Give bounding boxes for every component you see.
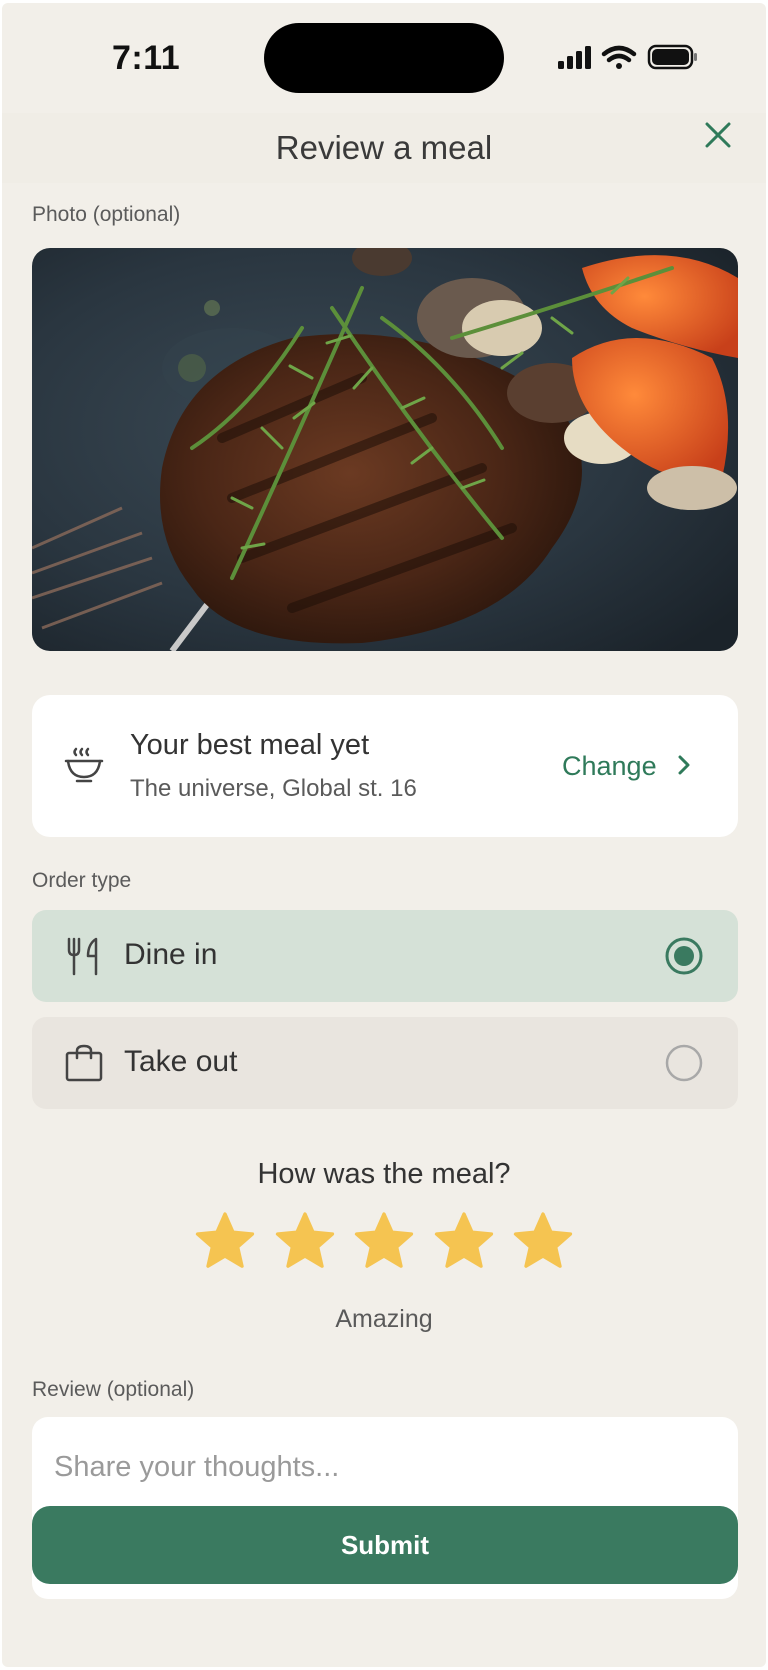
order-option-take-out[interactable]: Take out bbox=[32, 1017, 738, 1109]
rating-text: Amazing bbox=[335, 1305, 433, 1333]
star-rating[interactable] bbox=[192, 1209, 576, 1281]
wifi-icon bbox=[601, 45, 637, 69]
header: Review a meal bbox=[2, 113, 766, 183]
take-out-label: Take out bbox=[124, 1045, 238, 1078]
chevron-right-icon bbox=[672, 753, 696, 777]
close-button[interactable] bbox=[696, 113, 740, 157]
radio-unselected[interactable] bbox=[664, 1043, 704, 1083]
photo-label: Photo (optional) bbox=[32, 203, 181, 226]
fork-knife-icon bbox=[64, 936, 104, 976]
close-icon bbox=[705, 122, 731, 148]
status-icons bbox=[558, 43, 708, 73]
shopping-bag-icon bbox=[64, 1043, 104, 1083]
star-icon[interactable] bbox=[192, 1209, 258, 1275]
review-label: Review (optional) bbox=[32, 1378, 195, 1401]
restaurant-address: The universe, Global st. 16 bbox=[130, 775, 417, 802]
star-icon[interactable] bbox=[431, 1209, 497, 1275]
review-input[interactable] bbox=[54, 1437, 714, 1497]
cellular-signal-icon bbox=[558, 46, 591, 69]
radio-selected[interactable] bbox=[664, 936, 704, 976]
star-icon[interactable] bbox=[272, 1209, 338, 1275]
battery-icon bbox=[647, 44, 697, 70]
star-icon[interactable] bbox=[351, 1209, 417, 1275]
dynamic-island bbox=[264, 23, 504, 93]
review-meal-screen: 7:11 Review a meal Photo (optional) Your… bbox=[2, 3, 766, 1667]
dine-in-label: Dine in bbox=[124, 938, 218, 971]
status-time: 7:11 bbox=[112, 39, 181, 77]
steaming-bowl-icon bbox=[62, 745, 106, 789]
meal-photo[interactable] bbox=[32, 248, 738, 651]
restaurant-card[interactable]: Your best meal yet The universe, Global … bbox=[32, 695, 738, 837]
rating-question: How was the meal? bbox=[257, 1158, 511, 1190]
steak-image bbox=[32, 248, 738, 651]
change-button[interactable]: Change bbox=[562, 751, 657, 782]
order-type-label: Order type bbox=[32, 869, 132, 892]
order-option-dine-in[interactable]: Dine in bbox=[32, 910, 738, 1002]
star-icon[interactable] bbox=[510, 1209, 576, 1275]
status-bar: 7:11 bbox=[2, 3, 766, 113]
restaurant-name: Your best meal yet bbox=[130, 729, 370, 761]
page-title: Review a meal bbox=[275, 129, 493, 166]
submit-button[interactable]: Submit bbox=[32, 1506, 738, 1584]
